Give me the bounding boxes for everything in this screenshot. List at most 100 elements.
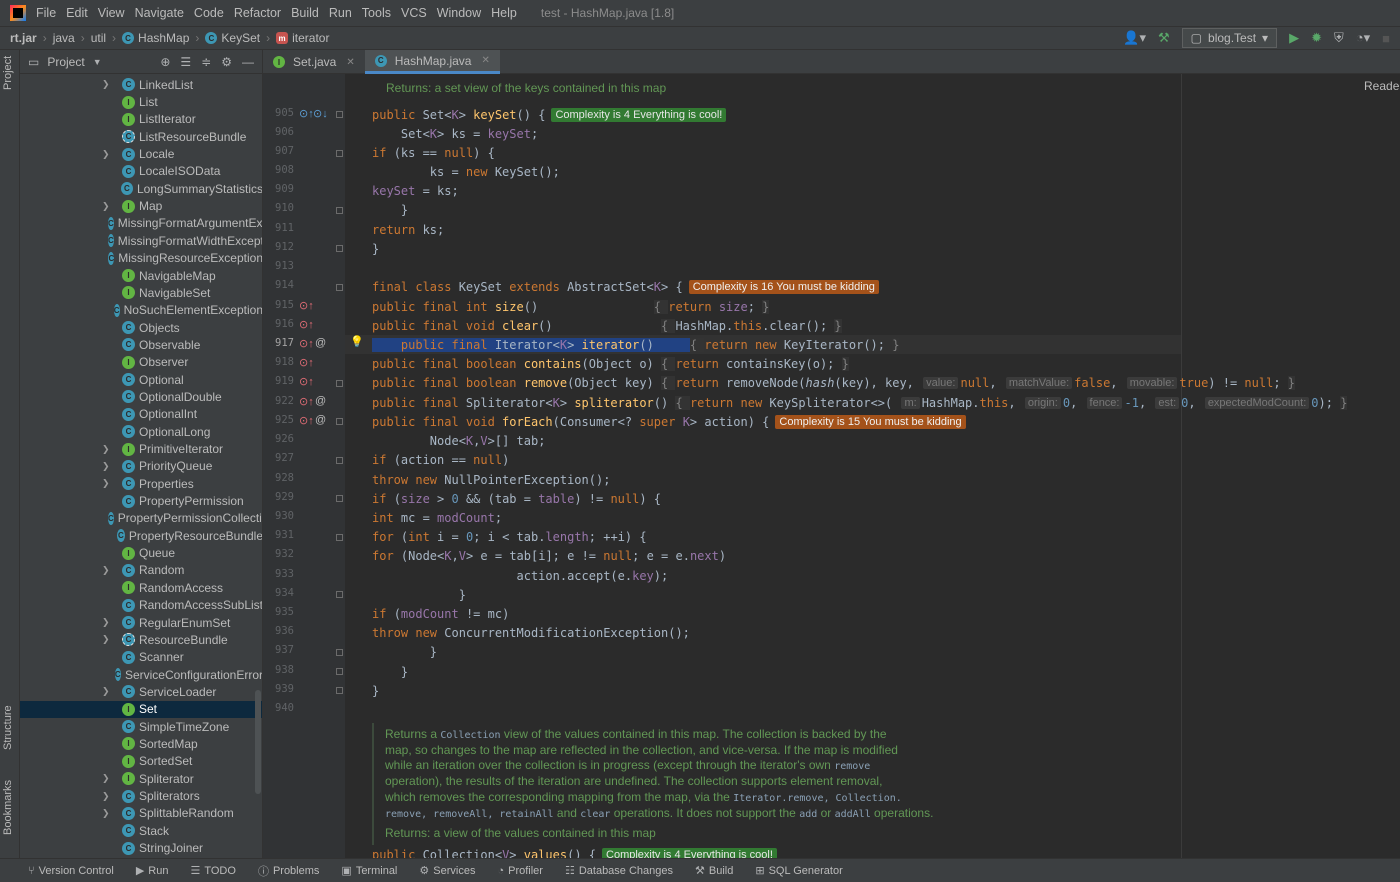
fold-marker[interactable] [336, 534, 343, 541]
tree-item[interactable]: ❯ C ServiceLoader [20, 683, 262, 700]
tree-item[interactable]: C OptionalLong [20, 423, 262, 440]
fold-marker[interactable] [336, 111, 343, 118]
fold-marker[interactable] [336, 687, 343, 694]
code-line-926[interactable]: Node< K, V >[] tab; [372, 431, 546, 450]
chevron-right-icon[interactable]: ❯ [102, 478, 116, 489]
menu-run[interactable]: Run [329, 6, 352, 20]
chevron-right-icon[interactable]: ❯ [102, 201, 116, 212]
menu-code[interactable]: Code [194, 6, 224, 20]
overrides-icon[interactable]: ⊙↑ [299, 356, 314, 369]
chevron-right-icon[interactable]: ❯ [102, 634, 116, 645]
build-tool[interactable]: ⚒ Build [695, 864, 733, 878]
close-icon[interactable]: ✕ [481, 55, 489, 66]
tree-item[interactable]: ❯ C Spliterators [20, 787, 262, 804]
chevron-right-icon[interactable]: ❯ [102, 791, 116, 802]
run-icon[interactable]: ▶ [1289, 30, 1299, 46]
tree-item[interactable]: C Optional [20, 371, 262, 388]
javadoc-code[interactable]: add [799, 809, 817, 820]
project-panel-title[interactable]: Project [47, 55, 84, 69]
tree-item[interactable]: CMissingFormatArgumentException [20, 215, 262, 232]
code-line-928[interactable]: throw new NullPointerException(); [372, 470, 610, 489]
tree-item[interactable]: C Scanner [20, 649, 262, 666]
tree-item[interactable]: C MissingResourceException [20, 250, 262, 267]
tree-item[interactable]: C NoSuchElementException [20, 302, 262, 319]
chevron-right-icon[interactable]: ❯ [102, 79, 116, 90]
sql-generator-tool[interactable]: ⊞ SQL Generator [755, 864, 842, 878]
chevron-right-icon[interactable]: ❯ [102, 444, 116, 455]
code-line-910[interactable]: } [372, 200, 408, 219]
chevron-right-icon[interactable]: ❯ [102, 461, 116, 472]
menu-file[interactable]: File [36, 6, 56, 20]
fold-marker[interactable] [336, 418, 343, 425]
reader-mode-button[interactable]: Reader [1364, 79, 1400, 93]
project-tool-button[interactable]: Project [2, 56, 14, 90]
overrides-icon[interactable]: ⊙↑ [299, 299, 314, 312]
code-line-929[interactable]: if (size > 0 && (tab = table) != null) { [372, 489, 661, 508]
todo-tool[interactable]: ☰ TODO [190, 864, 235, 878]
profile-icon[interactable]: ◔▾ [1356, 30, 1370, 46]
code-line-911[interactable]: return ks; [372, 220, 444, 239]
tree-item[interactable]: ❯ C LinkedList [20, 76, 262, 93]
collapse-all-icon[interactable]: ≑ [201, 55, 211, 69]
code-line-927[interactable]: if (action == null) [372, 450, 509, 469]
code-line-918[interactable]: public final boolean contains (Object o) … [372, 354, 849, 373]
services-tool[interactable]: ⚙ Services [419, 864, 475, 878]
overrides-icon[interactable]: ⊙↑ [299, 395, 314, 408]
code-line-934[interactable]: } [372, 585, 466, 604]
run-tool[interactable]: ▶ Run [136, 864, 169, 878]
tree-item[interactable]: I SortedSet [20, 753, 262, 770]
chevron-right-icon[interactable]: ❯ [102, 565, 116, 576]
tree-item[interactable]: I Set [20, 700, 262, 718]
tree-item[interactable]: C PropertyPermissionCollection [20, 510, 262, 527]
menu-tools[interactable]: Tools [362, 6, 391, 20]
breadcrumb-hashmap[interactable]: C HashMap › [122, 31, 205, 45]
fold-marker[interactable] [336, 668, 343, 675]
tree-item[interactable]: C LongSummaryStatistics [20, 180, 262, 197]
breadcrumb-java[interactable]: java › [53, 31, 91, 45]
tree-item[interactable]: ❯ C RegularEnumSet [20, 614, 262, 631]
tree-item[interactable]: C ListResourceBundle [20, 128, 262, 145]
bookmarks-tool-button[interactable]: Bookmarks [2, 780, 14, 835]
code-line-939[interactable]: } [372, 681, 379, 700]
overrides-icon[interactable]: ⊙↑ [299, 375, 314, 388]
menu-navigate[interactable]: Navigate [135, 6, 184, 20]
fold-marker[interactable] [336, 150, 343, 157]
fold-marker[interactable] [336, 245, 343, 252]
chevron-right-icon[interactable]: ❯ [102, 773, 116, 784]
tree-item[interactable]: ❯ I Spliterator [20, 770, 262, 787]
tree-item[interactable]: C Stack [20, 822, 262, 839]
tree-item[interactable]: C LocaleISOData [20, 163, 262, 180]
chevron-down-icon[interactable]: ▼ [93, 57, 102, 67]
breadcrumb-iterator[interactable]: m iterator [276, 31, 329, 45]
gear-icon[interactable]: ⚙ [221, 55, 232, 69]
annotation-icon[interactable]: @ [315, 414, 326, 426]
chevron-right-icon[interactable]: ❯ [102, 617, 116, 628]
code-line-937[interactable]: } [372, 642, 437, 661]
tree-item[interactable]: I NavigableSet [20, 284, 262, 301]
javadoc-code[interactable]: remove, removeAll, retainAll [385, 809, 554, 820]
javadoc-code[interactable]: addAll [835, 809, 871, 820]
menu-view[interactable]: View [98, 6, 125, 20]
tree-item[interactable]: C SimpleTimeZone [20, 718, 262, 735]
code-line-931[interactable]: for (int i = 0; i < tab. length; ++i) { [372, 527, 647, 546]
code-line-922[interactable]: public final Spliterator< K > spliterator(… [372, 393, 1348, 412]
tree-item[interactable]: I RandomAccess [20, 579, 262, 596]
code-line-917[interactable]: public final Iterator<K> iterator() { re… [372, 335, 900, 354]
menu-build[interactable]: Build [291, 6, 319, 20]
chevron-right-icon[interactable]: ❯ [102, 149, 116, 160]
fold-marker[interactable] [336, 495, 343, 502]
fold-marker[interactable] [336, 284, 343, 291]
profiler-tool[interactable]: ◔ Profiler [497, 865, 543, 877]
tree-item[interactable]: CMissingFormatWidthException [20, 232, 262, 249]
tree-item[interactable]: C ServiceConfigurationError [20, 666, 262, 683]
tree-item[interactable]: C StringJoiner [20, 839, 262, 856]
code-line-912[interactable]: } [372, 239, 379, 258]
implemented-icon[interactable]: ⊙↓ [313, 107, 328, 120]
menu-help[interactable]: Help [491, 6, 517, 20]
fold-marker[interactable] [336, 380, 343, 387]
version-control-tool[interactable]: ⑂ Version Control [28, 865, 114, 877]
scrollbar-thumb[interactable] [255, 690, 261, 794]
code-line-906[interactable]: Set< K > ks = keySet; [372, 124, 538, 143]
run-configuration-selector[interactable]: ▢ blog.Test ▾ [1181, 28, 1278, 48]
code-line-915[interactable]: public final int size() { return size; } [372, 297, 770, 316]
